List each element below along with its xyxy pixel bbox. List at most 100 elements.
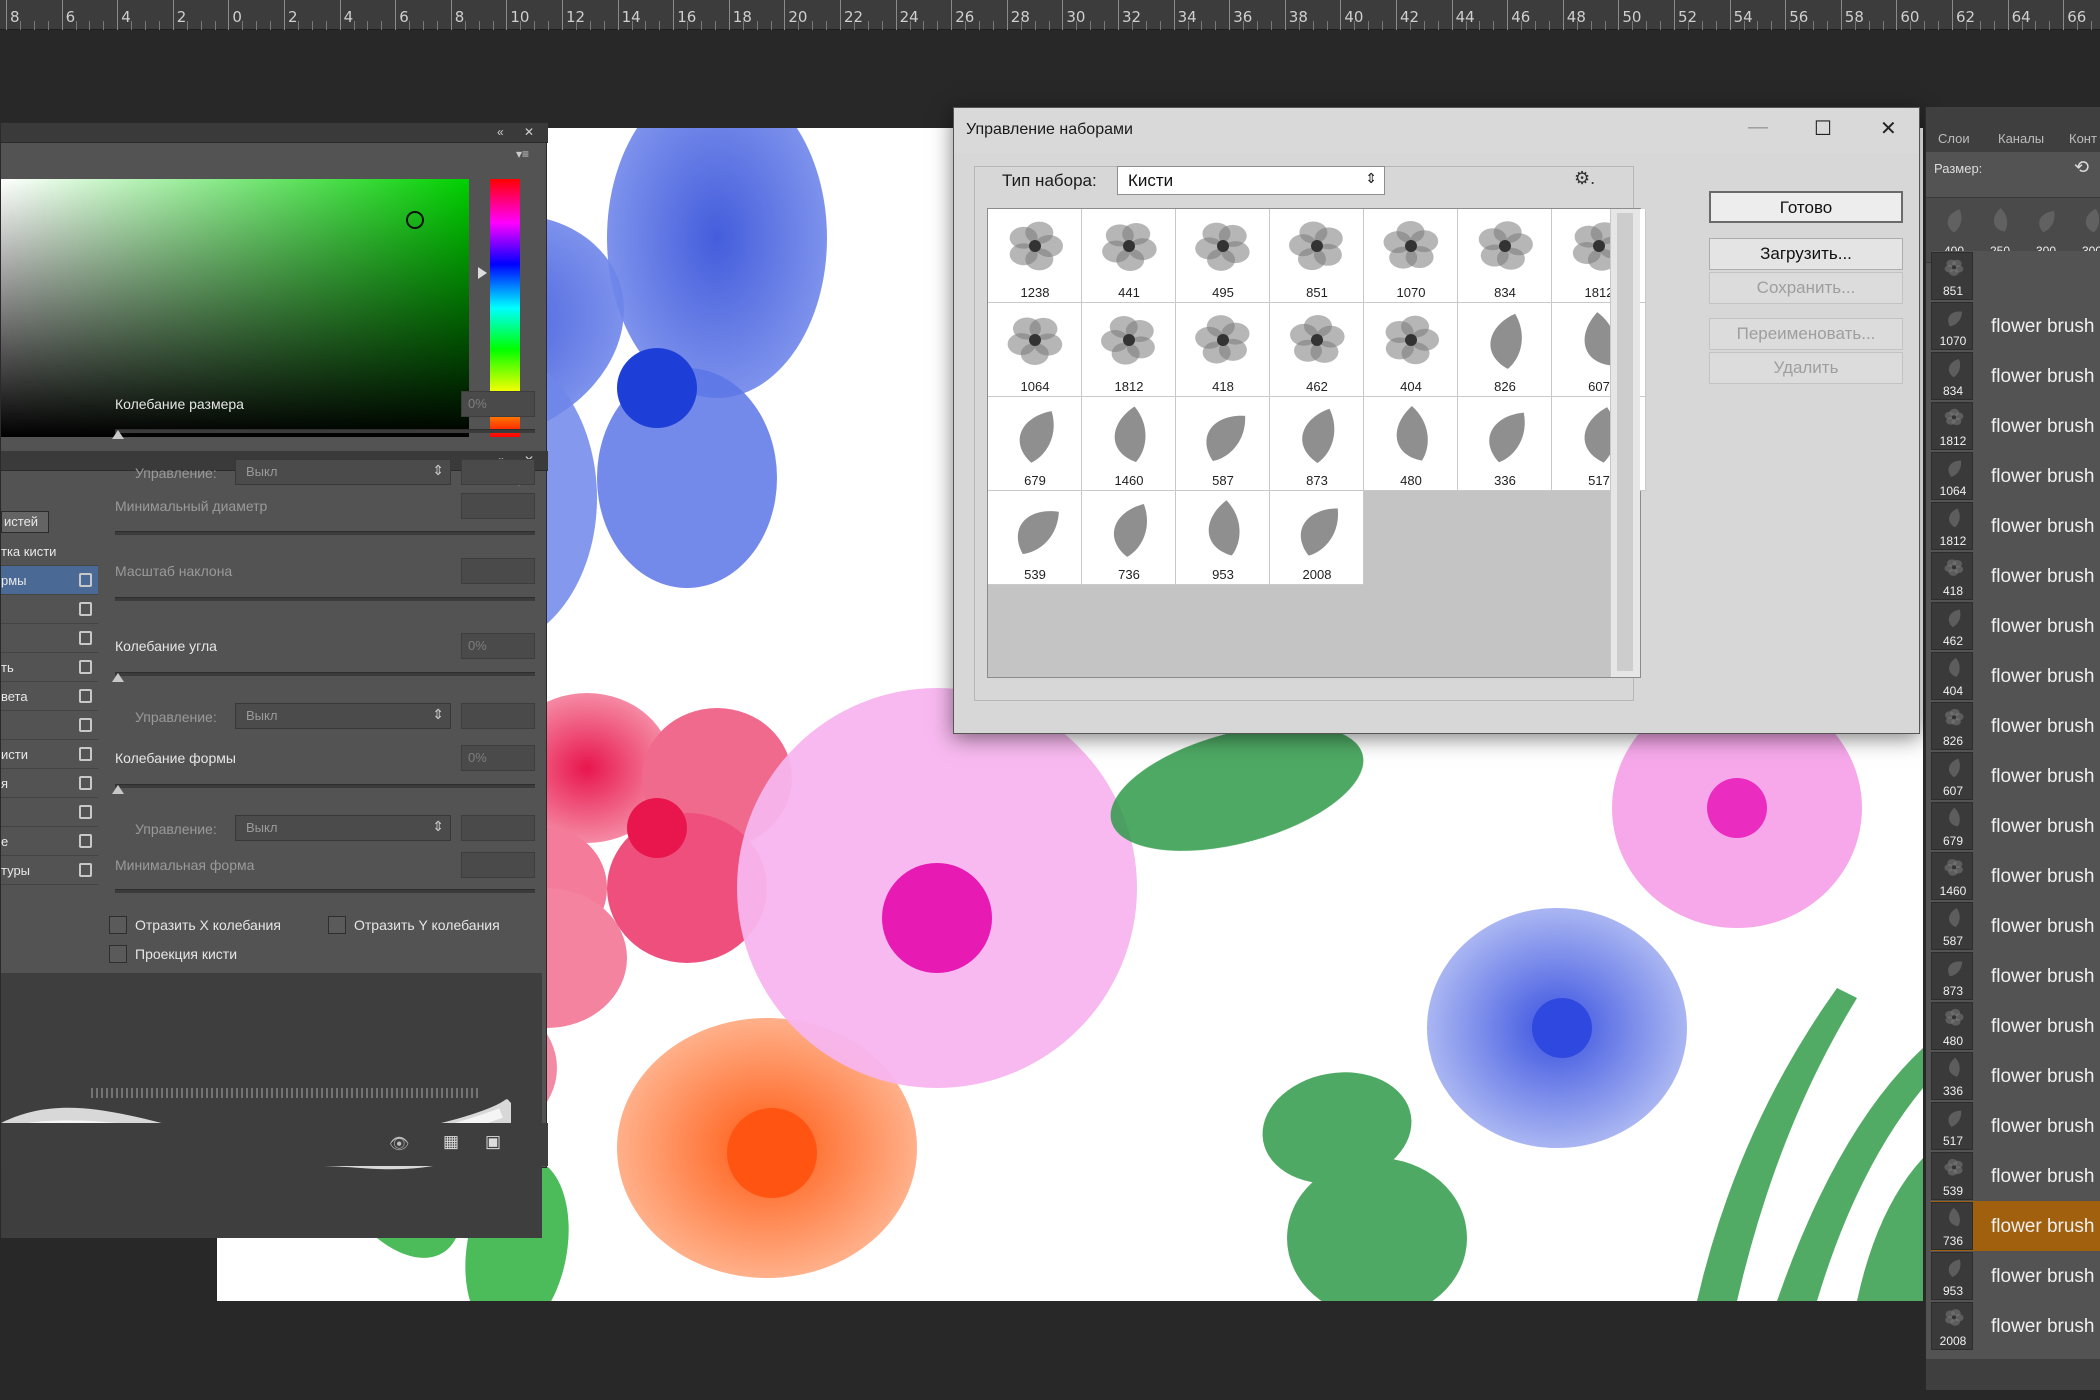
roundness-control-select[interactable]: Выкл ⇕ — [235, 815, 451, 841]
brush-option-item[interactable]: ть — [1, 653, 98, 682]
brush-list-item[interactable]: 480 flower brush — [1931, 1001, 2100, 1051]
size-jitter-slider[interactable] — [112, 429, 535, 439]
brush-option-item[interactable]: тка кисти — [1, 537, 98, 566]
roundness-control-value[interactable] — [461, 815, 535, 841]
brush-list-item[interactable]: 873 flower brush — [1931, 951, 2100, 1001]
brush-list-item[interactable]: 539 flower brush — [1931, 1151, 2100, 1201]
color-picker-marker[interactable] — [406, 211, 424, 229]
brush-option-item[interactable] — [1, 595, 98, 624]
flip-x-checkbox[interactable] — [109, 916, 127, 934]
brush-preset-cell[interactable]: 826 — [1458, 303, 1552, 397]
brush-preset-cell[interactable]: 834 — [1458, 209, 1552, 303]
scrollbar[interactable] — [1610, 209, 1640, 677]
lock-icon[interactable] — [79, 747, 92, 761]
brush-preset-cell[interactable]: 1238 — [988, 209, 1082, 303]
brush-list-item[interactable]: 607 flower brush — [1931, 751, 2100, 801]
brush-preset-cell[interactable]: 1070 — [1364, 209, 1458, 303]
brush-list-item[interactable]: 1812 flower brush — [1931, 501, 2100, 551]
set-type-select[interactable]: Кисти ⇕ — [1117, 166, 1385, 195]
brush-list-item[interactable]: 1460 flower brush — [1931, 851, 2100, 901]
brush-preset-cell[interactable]: 480 — [1364, 397, 1458, 491]
new-preset-icon[interactable]: ▣ — [485, 1132, 501, 1152]
brush-option-item[interactable]: рмы — [1, 566, 98, 595]
brush-option-item[interactable]: туры — [1, 856, 98, 885]
brush-preset-cell[interactable]: 679 — [988, 397, 1082, 491]
brush-list-item[interactable]: 587 flower brush — [1931, 901, 2100, 951]
brush-option-item[interactable] — [1, 624, 98, 653]
brush-option-item[interactable]: исти — [1, 740, 98, 769]
brush-list-item[interactable]: 404 flower brush — [1931, 651, 2100, 701]
brush-presets-button[interactable]: истей — [1, 507, 98, 537]
rename-button[interactable]: Переименовать... — [1709, 318, 1903, 350]
min-roundness-slider[interactable] — [115, 889, 535, 893]
maximize-icon[interactable]: ☐ — [1814, 116, 1832, 141]
tab-layers[interactable]: Слои — [1938, 131, 1970, 146]
delete-button[interactable]: Удалить — [1709, 352, 1903, 384]
gear-icon[interactable]: ⚙. — [1574, 168, 1595, 189]
angle-control-select[interactable]: Выкл ⇕ — [235, 703, 451, 729]
brush-preset-cell[interactable]: 495 — [1176, 209, 1270, 303]
angle-control-value[interactable] — [461, 703, 535, 729]
brush-preset-cell[interactable]: 418 — [1176, 303, 1270, 397]
brush-list-item[interactable]: 336 flower brush — [1931, 1051, 2100, 1101]
brush-preset-cell[interactable]: 441 — [1082, 209, 1176, 303]
roundness-jitter-value[interactable]: 0% — [461, 745, 535, 771]
flip-y-checkbox[interactable] — [328, 916, 346, 934]
lock-icon[interactable] — [79, 631, 92, 645]
min-diameter-value[interactable] — [461, 493, 535, 519]
brush-preset-grid[interactable]: 1238 441 495 851 1070 834 1812 1064 1812 418 462 40… — [987, 208, 1646, 678]
lock-icon[interactable] — [79, 834, 92, 848]
size-jitter-value[interactable]: 0% — [461, 391, 535, 417]
lock-icon[interactable] — [79, 660, 92, 674]
lock-icon[interactable] — [79, 863, 92, 877]
brush-projection-checkbox[interactable] — [109, 945, 127, 963]
brush-preset-cell[interactable]: 1460 — [1082, 397, 1176, 491]
reset-icon[interactable]: ⟲ — [2074, 157, 2089, 178]
load-button[interactable]: Загрузить... — [1709, 238, 1903, 270]
brush-option-item[interactable] — [1, 798, 98, 827]
close-icon[interactable]: ✕ — [1880, 116, 1897, 141]
angle-jitter-slider[interactable] — [112, 672, 535, 682]
brush-list-item[interactable]: 953 flower brush — [1931, 1251, 2100, 1301]
brush-preset-cell[interactable]: 462 — [1270, 303, 1364, 397]
brush-list-item[interactable]: 462 flower brush — [1931, 601, 2100, 651]
brush-list-item[interactable]: 834 flower brush — [1931, 351, 2100, 401]
angle-jitter-value[interactable]: 0% — [461, 633, 535, 659]
minimize-icon[interactable]: — — [1748, 116, 1768, 139]
save-button[interactable]: Сохранить... — [1709, 272, 1903, 304]
size-control-select[interactable]: Выкл ⇕ — [235, 459, 451, 485]
tab-channels[interactable]: Каналы — [1998, 131, 2044, 146]
hue-slider-arrow[interactable] — [478, 267, 487, 279]
brush-list-item[interactable]: 418 flower brush — [1931, 551, 2100, 601]
brush-preset-cell[interactable]: 404 — [1364, 303, 1458, 397]
brush-option-item[interactable]: я — [1, 769, 98, 798]
lock-icon[interactable] — [79, 718, 92, 732]
brush-list-item[interactable]: 736 flower brush — [1931, 1201, 2100, 1251]
brush-preset-cell[interactable]: 587 — [1176, 397, 1270, 491]
brush-option-item[interactable] — [1, 711, 98, 740]
brush-list-item[interactable]: 1812 flower brush — [1931, 401, 2100, 451]
brush-list-item[interactable]: 2008 flower brush — [1931, 1301, 2100, 1351]
brush-preset-cell[interactable]: 851 — [1270, 209, 1364, 303]
tilt-scale-slider[interactable] — [115, 597, 535, 601]
lock-icon[interactable] — [79, 805, 92, 819]
grid-icon[interactable]: ▦ — [443, 1132, 459, 1152]
brush-list-item[interactable]: 1070 flower brush — [1931, 301, 2100, 351]
roundness-jitter-slider[interactable] — [112, 784, 535, 794]
brush-list-item[interactable]: 517 flower brush — [1931, 1101, 2100, 1151]
brush-preset-cell[interactable]: 1812 — [1082, 303, 1176, 397]
tab-paths[interactable]: Конт — [2069, 131, 2097, 146]
min-roundness-value[interactable] — [461, 852, 535, 878]
size-control-value[interactable] — [461, 459, 535, 485]
brush-preset-cell[interactable]: 953 — [1176, 491, 1270, 585]
brush-preset-cell[interactable]: 336 — [1458, 397, 1552, 491]
brush-preset-cell[interactable]: 2008 — [1270, 491, 1364, 585]
done-button[interactable]: Готово — [1709, 191, 1903, 223]
brush-preset-cell[interactable]: 539 — [988, 491, 1082, 585]
lock-icon[interactable] — [79, 573, 92, 587]
brush-preset-cell[interactable]: 873 — [1270, 397, 1364, 491]
collapse-icon[interactable]: « — [497, 125, 504, 139]
brush-list-item[interactable]: 679 flower brush — [1931, 801, 2100, 851]
brush-option-item[interactable]: вета — [1, 682, 98, 711]
toggle-preview-icon[interactable]: 👁 — [389, 1134, 409, 1154]
